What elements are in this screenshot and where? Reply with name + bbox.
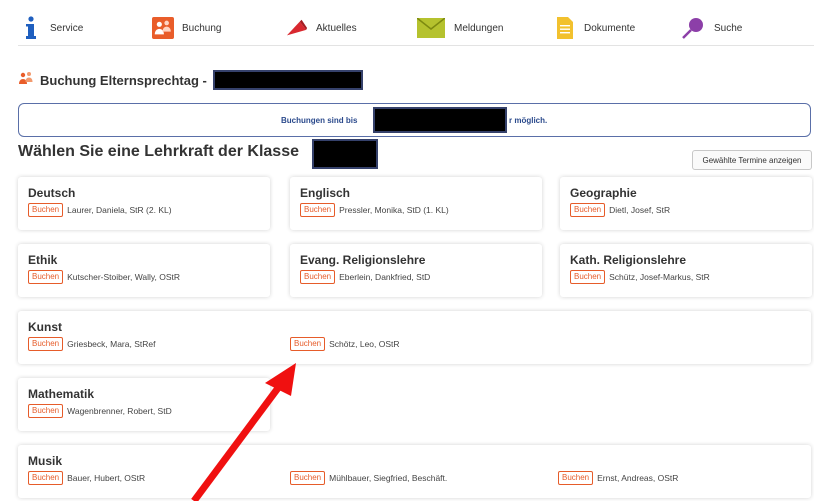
- subject-card-deutsch: Deutsch Buchen Laurer, Daniela, StR (2. …: [18, 177, 270, 230]
- subject-card-musik: Musik Buchen Bauer, Hubert, OStR Buchen …: [18, 445, 811, 498]
- search-icon: [680, 15, 706, 41]
- teacher-entry: Buchen Bauer, Hubert, OStR: [28, 471, 145, 485]
- top-navigation: Service Buchung Aktuelles Meldungen Doku…: [18, 10, 814, 46]
- nav-item-aktuelles[interactable]: Aktuelles: [286, 14, 357, 42]
- subject-name: Englisch: [300, 186, 351, 200]
- page-title: Buchung Elternsprechtag -: [40, 72, 207, 88]
- book-button[interactable]: Buchen: [28, 337, 64, 351]
- nav-label: Meldungen: [454, 22, 504, 34]
- envelope-icon: [416, 15, 446, 41]
- redacted-block: [373, 107, 507, 133]
- subject-name: Deutsch: [28, 186, 76, 200]
- teacher-entry: Buchen Schütz, Josef-Markus, StR: [570, 270, 710, 284]
- subject-name: Geographie: [570, 186, 637, 200]
- info-text-start: Buchungen sind bis: [281, 116, 358, 125]
- teacher-name: Pressler, Monika, StD (1. KL): [339, 205, 449, 215]
- subject-name: Musik: [28, 454, 63, 468]
- teacher-entry: Buchen Kutscher-Stoiber, Wally, OStR: [28, 270, 180, 284]
- section-heading-text: Wählen Sie eine Lehrkraft der Klasse: [18, 143, 299, 160]
- nav-label: Dokumente: [584, 22, 636, 34]
- teacher-name: Bauer, Hubert, OStR: [67, 473, 146, 483]
- book-button[interactable]: Buchen: [570, 203, 606, 217]
- megaphone-icon: [286, 15, 308, 41]
- nav-label: Buchung: [182, 22, 222, 34]
- info-banner: Buchungen sind bis r möglich.: [18, 103, 811, 137]
- teacher-name: Kutscher-Stoiber, Wally, OStR: [67, 272, 181, 282]
- nav-label: Service: [50, 22, 84, 34]
- teacher-name: Schütz, Josef-Markus, StR: [609, 272, 710, 282]
- book-button[interactable]: Buchen: [558, 471, 594, 485]
- book-button[interactable]: Buchen: [28, 270, 64, 284]
- subject-name: Kunst: [28, 320, 62, 334]
- nav-item-service[interactable]: Service: [20, 14, 83, 42]
- subject-card-ethik: Ethik Buchen Kutscher-Stoiber, Wally, OS…: [18, 244, 270, 297]
- subject-card-kunst: Kunst Buchen Griesbeck, Mara, StRef Buch…: [18, 311, 811, 364]
- people-icon: [18, 71, 34, 90]
- redacted-block: [212, 70, 363, 90]
- teacher-name: Laurer, Daniela, StR (2. KL): [67, 205, 172, 215]
- teacher-name: Mühlbauer, Siegfried, Beschäft.: [329, 473, 448, 483]
- book-button[interactable]: Buchen: [290, 471, 326, 485]
- nav-item-buchung[interactable]: Buchung: [152, 14, 221, 42]
- subject-card-evang-religionslehre: Evang. Religionslehre Buchen Eberlein, D…: [290, 244, 542, 297]
- teacher-name: Ernst, Andreas, OStR: [597, 473, 679, 483]
- book-button[interactable]: Buchen: [570, 270, 606, 284]
- nav-label: Suche: [714, 22, 743, 34]
- nav-label: Aktuelles: [316, 22, 357, 34]
- nav-item-suche[interactable]: Suche: [680, 14, 742, 42]
- teacher-entry: Buchen Laurer, Daniela, StR (2. KL): [28, 203, 172, 217]
- teacher-name: Schötz, Leo, OStR: [329, 339, 400, 349]
- teacher-entry: Buchen Griesbeck, Mara, StRef: [28, 337, 155, 351]
- subject-card-englisch: Englisch Buchen Pressler, Monika, StD (1…: [290, 177, 542, 230]
- teacher-entry: Buchen Mühlbauer, Siegfried, Beschäft.: [290, 471, 447, 485]
- subject-name: Evang. Religionslehre: [300, 253, 426, 267]
- book-button[interactable]: Buchen: [28, 404, 64, 418]
- info-icon: [20, 15, 42, 41]
- subject-card-kath-religionslehre: Kath. Religionslehre Buchen Schütz, Jose…: [560, 244, 812, 297]
- teacher-name: Dietl, Josef, StR: [609, 205, 671, 215]
- teacher-entry: Buchen Wagenbrenner, Robert, StD: [28, 404, 172, 418]
- subject-name: Ethik: [28, 253, 58, 267]
- redacted-block: [312, 139, 378, 169]
- teacher-name: Griesbeck, Mara, StRef: [67, 339, 156, 349]
- book-button[interactable]: Buchen: [28, 471, 64, 485]
- book-button[interactable]: Buchen: [28, 203, 64, 217]
- people-icon: [152, 15, 174, 41]
- nav-item-meldungen[interactable]: Meldungen: [416, 14, 503, 42]
- teacher-entry: Buchen Schötz, Leo, OStR: [290, 337, 400, 351]
- book-button[interactable]: Buchen: [300, 270, 336, 284]
- nav-item-dokumente[interactable]: Dokumente: [554, 14, 635, 42]
- page-title-row: Buchung Elternsprechtag -: [18, 70, 363, 90]
- show-appointments-button[interactable]: Gewählte Termine anzeigen: [692, 150, 812, 170]
- subject-card-geographie: Geographie Buchen Dietl, Josef, StR: [560, 177, 812, 230]
- teacher-entry: Buchen Dietl, Josef, StR: [570, 203, 670, 217]
- book-button[interactable]: Buchen: [300, 203, 336, 217]
- teacher-name: Wagenbrenner, Robert, StD: [67, 406, 172, 416]
- subject-name: Mathematik: [28, 387, 95, 401]
- teacher-entry: Buchen Ernst, Andreas, OStR: [558, 471, 678, 485]
- subject-name: Kath. Religionslehre: [570, 253, 687, 267]
- info-text-end: r möglich.: [509, 116, 548, 125]
- teacher-entry: Buchen Pressler, Monika, StD (1. KL): [300, 203, 449, 217]
- book-button[interactable]: Buchen: [290, 337, 326, 351]
- subject-card-mathematik: Mathematik Buchen Wagenbrenner, Robert, …: [18, 378, 270, 431]
- teacher-entry: Buchen Eberlein, Dankfried, StD: [300, 270, 430, 284]
- teacher-name: Eberlein, Dankfried, StD: [339, 272, 431, 282]
- document-icon: [554, 15, 576, 41]
- section-heading: Wählen Sie eine Lehrkraft der Klasse: [18, 143, 299, 161]
